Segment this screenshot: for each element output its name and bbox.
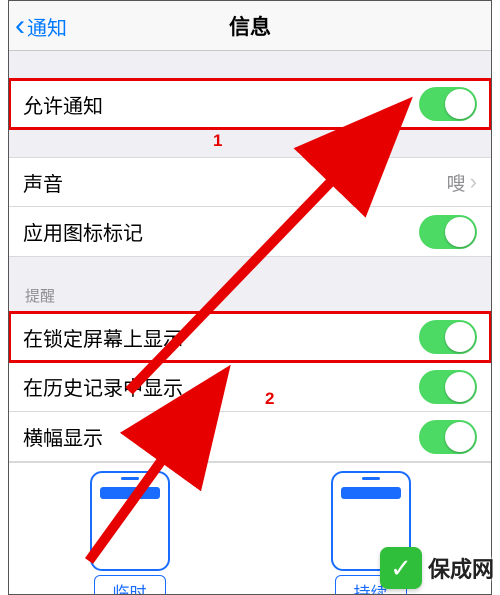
watermark: ✓ 保成网 [380,547,494,589]
page-title: 信息 [229,11,271,41]
row-lockscreen[interactable]: 在锁定屏幕上显示 [9,312,491,362]
watermark-text: 保成网 [428,552,494,584]
settings-screen: ‹ 通知 信息 允许通知 声音 嗖 › 应用图标标记 提醒 在锁定屏幕上显示 在… [8,0,492,595]
watermark-badge-icon: ✓ [380,547,422,589]
row-label: 在历史记录中显示 [23,372,419,401]
chevron-left-icon: ‹ [15,11,25,41]
row-label: 横幅显示 [23,422,419,451]
group-allow: 允许通知 [9,79,491,129]
row-label: 在锁定屏幕上显示 [23,323,419,352]
check-icon: ✓ [390,553,412,584]
row-label: 允许通知 [23,90,419,119]
preview-label: 临时 [94,575,166,595]
sound-value: 嗖 [447,169,466,196]
toggle-lockscreen[interactable] [419,320,477,354]
back-button[interactable]: ‹ 通知 [15,1,67,51]
toggle-badge[interactable] [419,215,477,249]
back-label: 通知 [27,12,67,41]
phone-icon [90,471,170,571]
annotation-number-1: 1 [213,131,222,151]
chevron-right-icon: › [470,169,477,195]
toggle-history[interactable] [419,370,477,404]
toggle-allow[interactable] [419,87,477,121]
row-label: 声音 [23,168,447,197]
toggle-banner[interactable] [419,420,477,454]
group-sound: 声音 嗖 › 应用图标标记 [9,157,491,257]
row-label: 应用图标标记 [23,217,419,246]
row-sound[interactable]: 声音 嗖 › [9,157,491,207]
row-badge[interactable]: 应用图标标记 [9,207,491,257]
row-history[interactable]: 在历史记录中显示 [9,362,491,412]
preview-temporary[interactable]: 临时 [60,471,200,595]
row-allow-notifications[interactable]: 允许通知 [9,79,491,129]
navbar: ‹ 通知 信息 [9,1,491,51]
row-banner[interactable]: 横幅显示 [9,412,491,462]
group-header: 提醒 [9,285,491,312]
